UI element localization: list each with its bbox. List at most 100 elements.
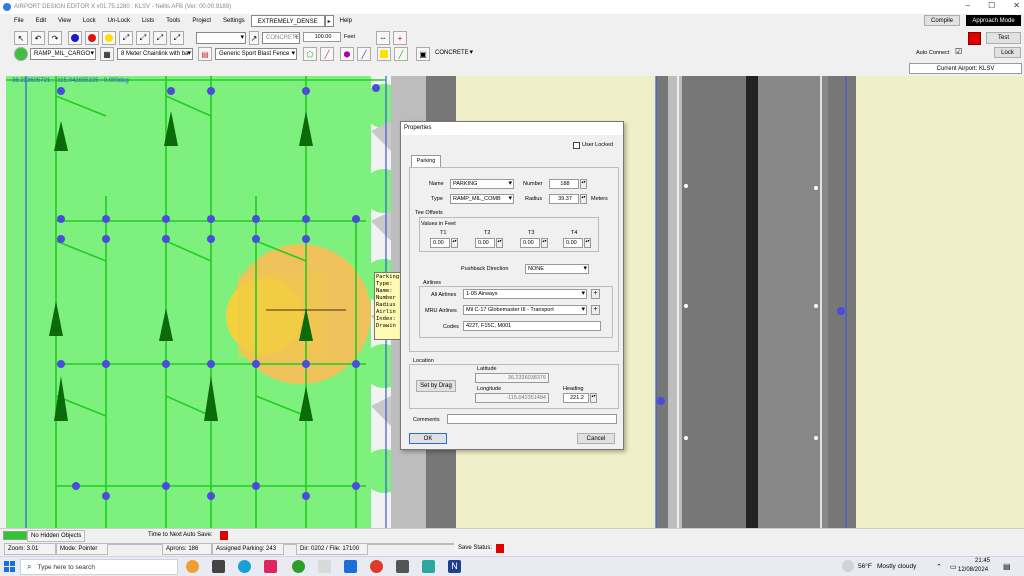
link-tool-4-icon[interactable]: ⤢ xyxy=(170,31,184,45)
all-airlines-add-button[interactable]: + xyxy=(591,289,600,299)
menu-lists[interactable]: Lists xyxy=(136,15,160,27)
all-airlines-select[interactable]: 1-05 Airways xyxy=(463,289,587,299)
red-node-tool-icon[interactable] xyxy=(85,31,99,45)
surface-select[interactable]: CONCRETE xyxy=(262,32,300,44)
menu-file[interactable]: File xyxy=(8,15,30,27)
draw-tool-icon[interactable]: ╱ xyxy=(357,47,371,61)
taskbar-search-box[interactable]: ⌕ Type here to search xyxy=(20,559,178,575)
airport-editor-taskbar-icon[interactable] xyxy=(422,560,435,573)
fence-tool-icon[interactable]: ▦ xyxy=(100,47,114,61)
t3-spinner[interactable]: ▴▾ xyxy=(541,238,548,248)
t2-input[interactable]: 0.00 xyxy=(475,238,495,248)
ok-button[interactable]: OK xyxy=(409,433,447,444)
compile-button[interactable]: Compile xyxy=(924,15,960,26)
parking-tool-icon[interactable] xyxy=(14,47,28,61)
menu-unlock[interactable]: Un-Lock xyxy=(102,15,136,27)
minimize-button[interactable]: – xyxy=(966,1,970,10)
density-menu[interactable]: EXTREMELY_DENSE xyxy=(250,15,325,27)
menu-tools[interactable]: Tools xyxy=(160,15,186,27)
n-app-icon[interactable]: N xyxy=(448,560,461,573)
blast-fence-select[interactable]: Generic Sport Blast Fence xyxy=(215,48,297,60)
radius-spinner[interactable]: ▴▾ xyxy=(580,194,587,204)
t4-input[interactable]: 0.00 xyxy=(563,238,583,248)
set-by-drag-button[interactable]: Set by Drag xyxy=(416,380,456,392)
blast-fence-tool-icon[interactable]: ▤ xyxy=(198,47,212,61)
xbox-icon[interactable] xyxy=(292,560,305,573)
t2-spinner[interactable]: ▴▾ xyxy=(496,238,503,248)
surface-select-2[interactable]: CONCRETE xyxy=(432,48,474,60)
menu-edit[interactable]: Edit xyxy=(30,15,52,27)
maximize-button[interactable]: ☐ xyxy=(988,1,995,10)
link-type-select[interactable] xyxy=(196,32,246,44)
auto-connect-checkbox[interactable]: ☑ xyxy=(955,47,962,56)
latitude-input[interactable]: 36.2336038376 xyxy=(475,373,549,383)
windows-start-icon[interactable] xyxy=(4,561,15,572)
link-tool-2-icon[interactable]: ⤢ xyxy=(136,31,150,45)
music-app-icon[interactable] xyxy=(264,560,277,573)
number-spinner[interactable]: ▴▾ xyxy=(580,179,587,189)
weather-temp[interactable]: 56°F xyxy=(858,563,872,570)
menu-help[interactable]: Help xyxy=(334,15,358,27)
yellow-square-icon[interactable] xyxy=(377,47,391,61)
name-select[interactable]: PARKING xyxy=(450,179,514,189)
task-view-icon[interactable] xyxy=(212,560,225,573)
t3-input[interactable]: 0.00 xyxy=(520,238,540,248)
surface-arrow-icon[interactable]: ↗ xyxy=(249,31,259,45)
green-line-icon[interactable]: ╱ xyxy=(394,47,408,61)
ruler-icon[interactable]: ┄ xyxy=(376,31,390,45)
redo-icon[interactable]: ↷ xyxy=(48,31,62,45)
notification-icon[interactable]: ▤ xyxy=(1003,562,1011,571)
t1-spinner[interactable]: ▴▾ xyxy=(451,238,458,248)
menu-view[interactable]: View xyxy=(52,15,77,27)
t1-input[interactable]: 0.00 xyxy=(430,238,450,248)
weather-desc[interactable]: Mostly cloudy xyxy=(877,563,916,570)
line-tool-icon[interactable]: ╱ xyxy=(320,47,334,61)
approach-mode-button[interactable]: Approach Mode xyxy=(966,15,1021,26)
network-icon[interactable]: ▭ xyxy=(950,563,957,571)
codes-input[interactable]: 422T, F15C, M001 xyxy=(463,321,601,331)
chrome-icon[interactable] xyxy=(370,560,383,573)
tab-parking[interactable]: Parking xyxy=(411,155,441,167)
blue-node-tool-icon[interactable] xyxy=(68,31,82,45)
link-tool-1-icon[interactable]: ⤢ xyxy=(119,31,133,45)
polygon-tool-icon[interactable]: ⬠ xyxy=(303,47,317,61)
heading-input[interactable]: 221.2 xyxy=(563,393,589,403)
pushback-select[interactable]: NONE xyxy=(525,264,589,274)
radius-input[interactable]: 39.37 xyxy=(549,194,579,204)
surface-tool-icon[interactable]: ▣ xyxy=(416,47,430,61)
number-input[interactable]: 188 xyxy=(549,179,579,189)
width-input[interactable]: 100.00 xyxy=(303,32,341,42)
hex-tool-icon[interactable]: ⬢ xyxy=(340,47,354,61)
tray-chevron-icon[interactable]: ⌃ xyxy=(936,563,942,571)
flight-app-icon[interactable] xyxy=(344,560,357,573)
clock-date[interactable]: 12/08/2024 xyxy=(958,567,988,573)
lock-button[interactable]: Lock xyxy=(994,47,1021,58)
edge-icon[interactable] xyxy=(238,560,251,573)
widgets-icon[interactable] xyxy=(186,560,199,573)
type-select[interactable]: RAMP_MIL_COMB xyxy=(450,194,514,204)
app-icon-2[interactable] xyxy=(396,560,409,573)
test-button[interactable]: Test xyxy=(986,32,1021,44)
close-button[interactable]: ✕ xyxy=(1013,1,1020,10)
yellow-node-tool-icon[interactable] xyxy=(102,31,116,45)
clock-time[interactable]: 21:45 xyxy=(968,558,990,564)
parking-type-select[interactable]: RAMP_MIL_CARGO xyxy=(30,48,96,60)
mru-airlines-add-button[interactable]: + xyxy=(591,305,600,315)
heading-spinner[interactable]: ▴▾ xyxy=(590,393,597,403)
t4-spinner[interactable]: ▴▾ xyxy=(584,238,591,248)
density-arrow-icon[interactable]: ▸ xyxy=(324,15,334,27)
longitude-input[interactable]: -115.042351484 xyxy=(475,393,549,403)
mru-airlines-select[interactable]: Mil C-17 Globemaster III - Transport xyxy=(463,305,587,315)
pointer-tool-icon[interactable]: ↖ xyxy=(14,31,28,45)
undo-icon[interactable]: ↶ xyxy=(31,31,45,45)
calculator-icon[interactable] xyxy=(318,560,331,573)
menu-settings[interactable]: Settings xyxy=(217,15,251,27)
menu-project[interactable]: Project xyxy=(186,15,217,27)
menu-lock[interactable]: Lock xyxy=(77,15,102,27)
cancel-button[interactable]: Cancel xyxy=(577,433,615,444)
user-locked-checkbox[interactable] xyxy=(573,142,580,149)
link-tool-3-icon[interactable]: ⤢ xyxy=(153,31,167,45)
add-icon[interactable]: + xyxy=(393,31,407,45)
comments-input[interactable] xyxy=(447,414,617,424)
fence-select[interactable]: 8 Meter Chainlink with ba xyxy=(117,48,193,60)
